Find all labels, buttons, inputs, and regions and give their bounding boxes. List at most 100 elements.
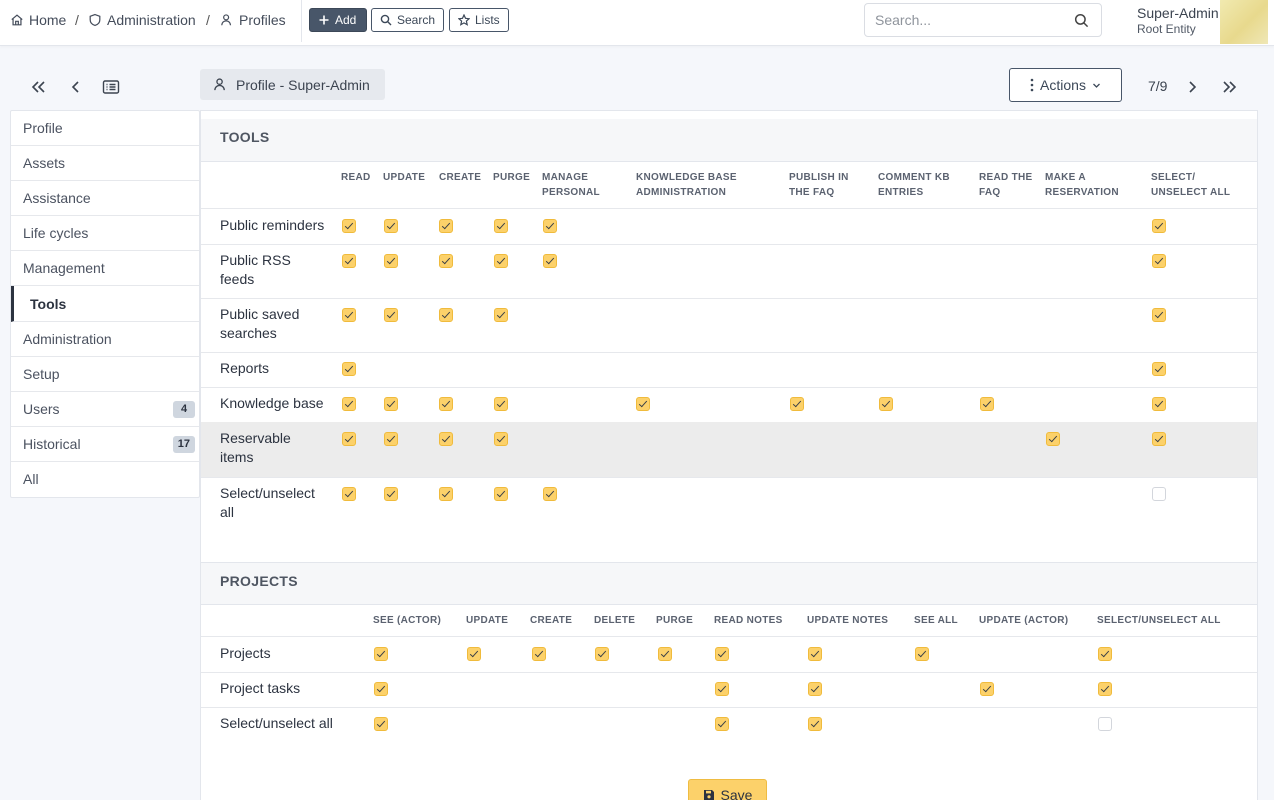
permission-checkbox[interactable] (439, 487, 453, 501)
permission-checkbox[interactable] (808, 647, 822, 661)
user-entity[interactable]: Root Entity (1137, 22, 1196, 36)
permission-checkbox[interactable] (808, 682, 822, 696)
permission-checkbox[interactable] (1098, 647, 1112, 661)
permission-checkbox[interactable] (439, 254, 453, 268)
permission-checkbox[interactable] (494, 487, 508, 501)
permission-checkbox[interactable] (790, 397, 804, 411)
user-name[interactable]: Super-Admin (1137, 5, 1219, 21)
permission-checkbox[interactable] (915, 647, 929, 661)
permission-checkbox[interactable] (1046, 432, 1060, 446)
permission-checkbox[interactable] (543, 487, 557, 501)
permission-checkbox[interactable] (715, 647, 729, 661)
save-button[interactable]: Save (688, 779, 767, 800)
permission-checkbox[interactable] (494, 397, 508, 411)
sidebar-item-assistance[interactable]: Assistance (11, 181, 199, 217)
projects-column-header: READ NOTES (714, 615, 783, 626)
next-item-button[interactable] (1183, 78, 1201, 96)
permission-checkbox[interactable] (543, 219, 557, 233)
permission-checkbox[interactable] (342, 362, 356, 376)
permission-checkbox[interactable] (1098, 682, 1112, 696)
permission-checkbox[interactable] (1152, 362, 1166, 376)
search-icon[interactable] (1074, 13, 1089, 28)
permission-checkbox[interactable] (342, 397, 356, 411)
permission-checkbox[interactable] (384, 487, 398, 501)
sidebar-item-setup[interactable]: Setup (11, 357, 199, 392)
permission-checkbox[interactable] (494, 219, 508, 233)
sidebar-item-profile[interactable]: Profile (11, 111, 199, 147)
permission-checkbox[interactable] (980, 682, 994, 696)
search-input[interactable] (875, 12, 1065, 28)
permission-checkbox[interactable] (342, 487, 356, 501)
permission-checkbox[interactable] (342, 219, 356, 233)
profile-tab-label: Profile - Super-Admin (236, 76, 370, 93)
sidebar-item-tools[interactable]: Tools (11, 286, 199, 322)
projects-column-header: SELECT/UNSELECT ALL (1097, 615, 1221, 626)
permission-checkbox[interactable] (1152, 219, 1166, 233)
permission-checkbox[interactable] (439, 219, 453, 233)
sidebar-item-label: Setup (23, 365, 60, 382)
permission-checkbox[interactable] (808, 717, 822, 731)
permission-checkbox[interactable] (439, 308, 453, 322)
tools-row-label: Public reminders (220, 217, 325, 233)
permission-checkbox[interactable] (384, 397, 398, 411)
permission-checkbox[interactable] (384, 254, 398, 268)
list-view-button[interactable] (102, 78, 120, 96)
profile-sidebar: Profile Assets Assistance Life cycles Manage… (10, 110, 200, 499)
add-button[interactable]: Add (309, 8, 367, 32)
sidebar-item-label: Assets (23, 155, 66, 172)
permission-checkbox[interactable] (342, 308, 356, 322)
permission-checkbox[interactable] (636, 397, 650, 411)
sidebar-item-users[interactable]: Users 4 (11, 392, 199, 427)
sidebar-item-life-cycles[interactable]: Life cycles (11, 216, 199, 252)
permission-checkbox[interactable] (543, 254, 557, 268)
permission-checkbox[interactable] (1152, 432, 1166, 446)
permission-checkbox[interactable] (439, 397, 453, 411)
permission-checkbox[interactable] (980, 397, 994, 411)
profile-tab[interactable]: Profile - Super-Admin (200, 69, 385, 100)
permission-checkbox[interactable] (879, 397, 893, 411)
breadcrumb-profiles[interactable]: Profiles (220, 12, 286, 28)
breadcrumb-home[interactable]: Home (10, 12, 66, 28)
previous-item-button[interactable] (67, 78, 85, 96)
permission-checkbox[interactable] (494, 308, 508, 322)
permission-checkbox[interactable] (532, 647, 546, 661)
permission-checkbox[interactable] (342, 254, 356, 268)
sidebar-item-assets[interactable]: Assets (11, 146, 199, 182)
lists-button-label: Lists (475, 13, 500, 27)
permission-checkbox[interactable] (467, 647, 481, 661)
search-button[interactable]: Search (371, 8, 444, 32)
permission-checkbox[interactable] (494, 432, 508, 446)
permission-checkbox[interactable] (439, 432, 453, 446)
permission-checkbox[interactable] (1152, 254, 1166, 268)
breadcrumb-administration[interactable]: Administration (88, 12, 196, 28)
permission-checkbox[interactable] (1152, 487, 1166, 501)
tools-row-label: Reports (220, 360, 270, 376)
permission-checkbox[interactable] (1152, 397, 1166, 411)
lists-button[interactable]: Lists (449, 8, 509, 32)
sidebar-item-management[interactable]: Management (11, 251, 199, 287)
sidebar-item-administration[interactable]: Administration (11, 322, 199, 357)
double-chevron-right-icon (1221, 78, 1239, 96)
actions-button[interactable]: Actions (1009, 68, 1122, 102)
permission-checkbox[interactable] (374, 647, 388, 661)
permission-checkbox[interactable] (715, 682, 729, 696)
permission-checkbox[interactable] (1098, 717, 1112, 731)
avatar[interactable] (1220, 0, 1268, 44)
permission-checkbox[interactable] (384, 308, 398, 322)
permission-checkbox[interactable] (342, 432, 356, 446)
permission-checkbox[interactable] (374, 682, 388, 696)
last-item-button[interactable] (1221, 78, 1239, 96)
permission-checkbox[interactable] (715, 717, 729, 731)
permission-checkbox[interactable] (384, 219, 398, 233)
user-icon (213, 77, 228, 92)
sidebar-item-label: Life cycles (23, 225, 89, 242)
sidebar-item-all[interactable]: All (11, 462, 199, 497)
permission-checkbox[interactable] (658, 647, 672, 661)
sidebar-item-historical[interactable]: Historical 17 (11, 427, 199, 462)
permission-checkbox[interactable] (374, 717, 388, 731)
permission-checkbox[interactable] (1152, 308, 1166, 322)
first-item-button[interactable] (29, 78, 47, 96)
permission-checkbox[interactable] (384, 432, 398, 446)
permission-checkbox[interactable] (494, 254, 508, 268)
permission-checkbox[interactable] (595, 647, 609, 661)
